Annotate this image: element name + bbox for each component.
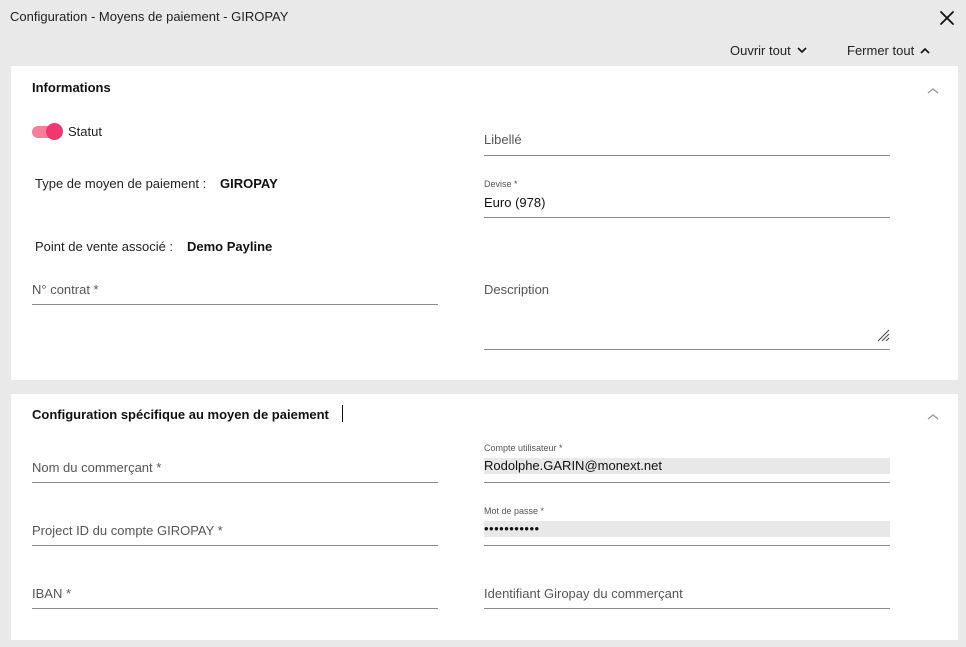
contract-number-field[interactable]: N° contrat *: [32, 282, 438, 305]
user-account-label: Compte utilisateur *: [484, 443, 563, 453]
title-bar: Configuration - Moyens de paiement - GIR…: [0, 0, 966, 34]
devise-label: Devise *: [484, 179, 518, 189]
merchant-name-placeholder: Nom du commerçant *: [32, 460, 162, 475]
payment-type-label: Type de moyen de paiement :: [35, 176, 207, 191]
password-field[interactable]: Mot de passe * •••••••••••: [484, 506, 890, 546]
payment-type-value: GIROPAY: [220, 176, 278, 191]
informations-title: Informations: [32, 80, 111, 95]
libelle-placeholder: Libellé: [484, 132, 522, 147]
text-cursor: [342, 405, 343, 422]
window-title: Configuration - Moyens de paiement - GIR…: [10, 9, 289, 24]
close-all-button[interactable]: Fermer tout: [847, 43, 930, 58]
chevron-down-icon: [797, 47, 807, 54]
description-placeholder: Description: [484, 282, 550, 297]
resize-icon[interactable]: [876, 328, 890, 342]
iban-field[interactable]: IBAN *: [32, 586, 438, 609]
iban-placeholder: IBAN *: [32, 586, 72, 601]
toggle-knob: [46, 123, 63, 140]
giropay-id-field[interactable]: Identifiant Giropay du commerçant: [484, 586, 890, 609]
status-label: Statut: [68, 124, 102, 139]
description-textarea[interactable]: Description: [484, 282, 890, 350]
devise-select[interactable]: Devise * Euro (978): [484, 179, 890, 218]
contract-number-placeholder: N° contrat *: [32, 282, 99, 297]
giropay-id-placeholder: Identifiant Giropay du commerçant: [484, 586, 683, 601]
status-toggle[interactable]: [32, 123, 63, 140]
point-of-sale-value: Demo Payline: [187, 239, 273, 254]
chevron-up-icon: [920, 47, 930, 54]
libelle-field[interactable]: Libellé: [484, 132, 890, 156]
close-all-label: Fermer tout: [847, 43, 915, 58]
config-title: Configuration spécifique au moyen de pai…: [32, 407, 329, 422]
password-label: Mot de passe *: [484, 506, 545, 516]
devise-value: Euro (978): [484, 195, 546, 210]
open-all-label: Ouvrir tout: [730, 43, 791, 58]
point-of-sale-label: Point de vente associé :: [35, 239, 174, 254]
password-value: •••••••••••: [484, 521, 890, 537]
merchant-name-field[interactable]: Nom du commerçant *: [32, 460, 438, 483]
project-id-field[interactable]: Project ID du compte GIROPAY *: [32, 523, 438, 546]
open-all-button[interactable]: Ouvrir tout: [730, 43, 807, 58]
collapse-chevron-icon[interactable]: [927, 82, 939, 94]
close-icon[interactable]: [938, 9, 956, 27]
user-account-value: Rodolphe.GARIN@monext.net: [484, 458, 890, 474]
user-account-field[interactable]: Compte utilisateur * Rodolphe.GARIN@mone…: [484, 443, 890, 483]
collapse-chevron-icon[interactable]: [927, 408, 939, 420]
project-id-placeholder: Project ID du compte GIROPAY *: [32, 523, 223, 538]
